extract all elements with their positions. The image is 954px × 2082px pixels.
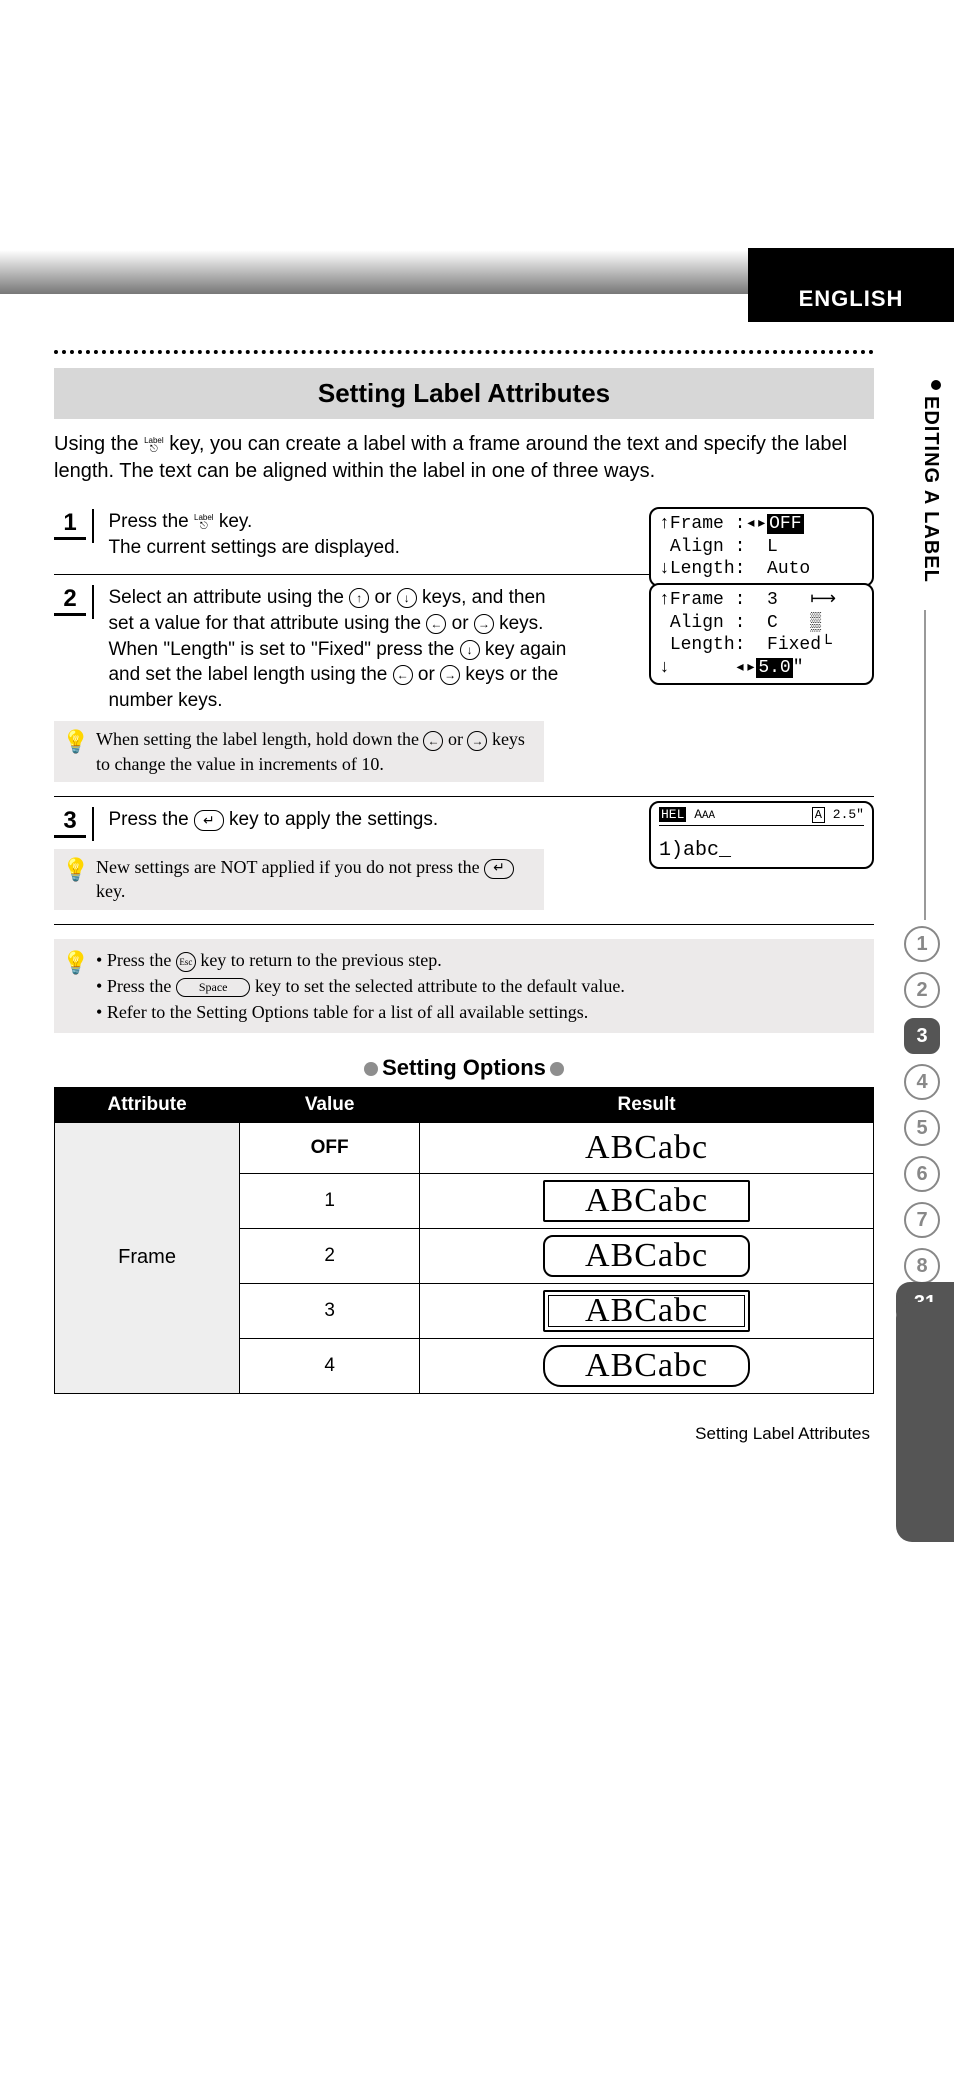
section-title: Setting Label Attributes [54, 368, 874, 419]
value-cell: 3 [240, 1283, 420, 1338]
chapter-6: 6 [904, 1156, 940, 1192]
attribute-cell: Frame [55, 1122, 240, 1393]
chapter-3: 3 [904, 1018, 940, 1054]
lcd-screen-3: HEL AAA A 2.5" 1)abc_ [649, 801, 874, 869]
enter-key-icon: ↵ [194, 810, 224, 831]
tip-note: 💡 New settings are NOT applied if you do… [54, 849, 544, 910]
value-cell: 1 [240, 1173, 420, 1228]
result-cell: ABCabc [420, 1283, 874, 1338]
chapter-2: 2 [904, 972, 940, 1008]
result-cell: ABCabc [420, 1228, 874, 1283]
col-result: Result [420, 1087, 874, 1122]
step-number: 3 [54, 807, 86, 838]
chapter-7: 7 [904, 1202, 940, 1238]
right-key-icon: → [467, 731, 487, 751]
footer-caption: Setting Label Attributes [54, 1424, 874, 1444]
table-row: Frame OFF ABCabc [55, 1122, 874, 1173]
lcd-screen-2: ↑Frame : 3 ⟼ Align : C ▒ Length: Fixed└ … [649, 583, 874, 685]
top-banner: ENGLISH [0, 0, 954, 310]
left-key-icon: ← [393, 665, 413, 685]
chapter-guide-line [924, 610, 926, 920]
step-number: 2 [54, 585, 86, 616]
dotted-rule [54, 350, 874, 354]
value-cell: 4 [240, 1338, 420, 1393]
bulb-icon: 💡 [62, 855, 89, 885]
result-cell: ABCabc [420, 1173, 874, 1228]
col-attribute: Attribute [55, 1087, 240, 1122]
step-1: 1 Press the Label⎋ key. The current sett… [54, 499, 874, 575]
tip-note: 💡 When setting the label length, hold do… [54, 721, 544, 782]
down-key-icon: ↓ [397, 588, 417, 608]
label-key-icon: Label⎋ [194, 513, 214, 531]
value-cell: 2 [240, 1228, 420, 1283]
chapter-index: 1 2 3 4 5 6 7 8 9 [904, 926, 944, 1340]
notes-box: 💡 Press the Esc key to return to the pre… [54, 939, 874, 1033]
intro-paragraph: Using the Label⎋ key, you can create a l… [54, 431, 874, 485]
right-key-icon: → [440, 665, 460, 685]
left-key-icon: ← [426, 614, 446, 634]
bulb-icon: 💡 [62, 947, 89, 979]
step-number: 1 [54, 509, 86, 540]
label-key-icon: Label⎋ [144, 436, 164, 454]
right-key-icon: → [474, 614, 494, 634]
options-heading: Setting Options [54, 1055, 874, 1081]
chapter-1: 1 [904, 926, 940, 962]
language-tab: ENGLISH [748, 248, 954, 322]
chapter-8: 8 [904, 1248, 940, 1284]
thumb-tab [896, 1302, 954, 1542]
down-key-icon: ↓ [460, 640, 480, 660]
enter-key-icon: ↵ [484, 859, 514, 880]
result-cell: ABCabc [420, 1338, 874, 1393]
value-cell: OFF [240, 1122, 420, 1173]
esc-key-icon: Esc [176, 952, 196, 972]
result-cell: ABCabc [420, 1122, 874, 1173]
chapter-4: 4 [904, 1064, 940, 1100]
bulb-icon: 💡 [62, 727, 89, 757]
table-header-row: Attribute Value Result [55, 1087, 874, 1122]
chapter-5: 5 [904, 1110, 940, 1146]
space-key-icon: Space [176, 978, 251, 997]
left-key-icon: ← [423, 731, 443, 751]
up-key-icon: ↑ [349, 588, 369, 608]
section-tab: EDITING A LABEL [914, 380, 942, 583]
step-2: 2 Select an attribute using the ↑ or ↓ k… [54, 575, 874, 797]
col-value: Value [240, 1087, 420, 1122]
setting-options-table: Attribute Value Result Frame OFF ABCabc … [54, 1087, 874, 1394]
step-3: 3 Press the ↵ key to apply the settings.… [54, 797, 874, 925]
